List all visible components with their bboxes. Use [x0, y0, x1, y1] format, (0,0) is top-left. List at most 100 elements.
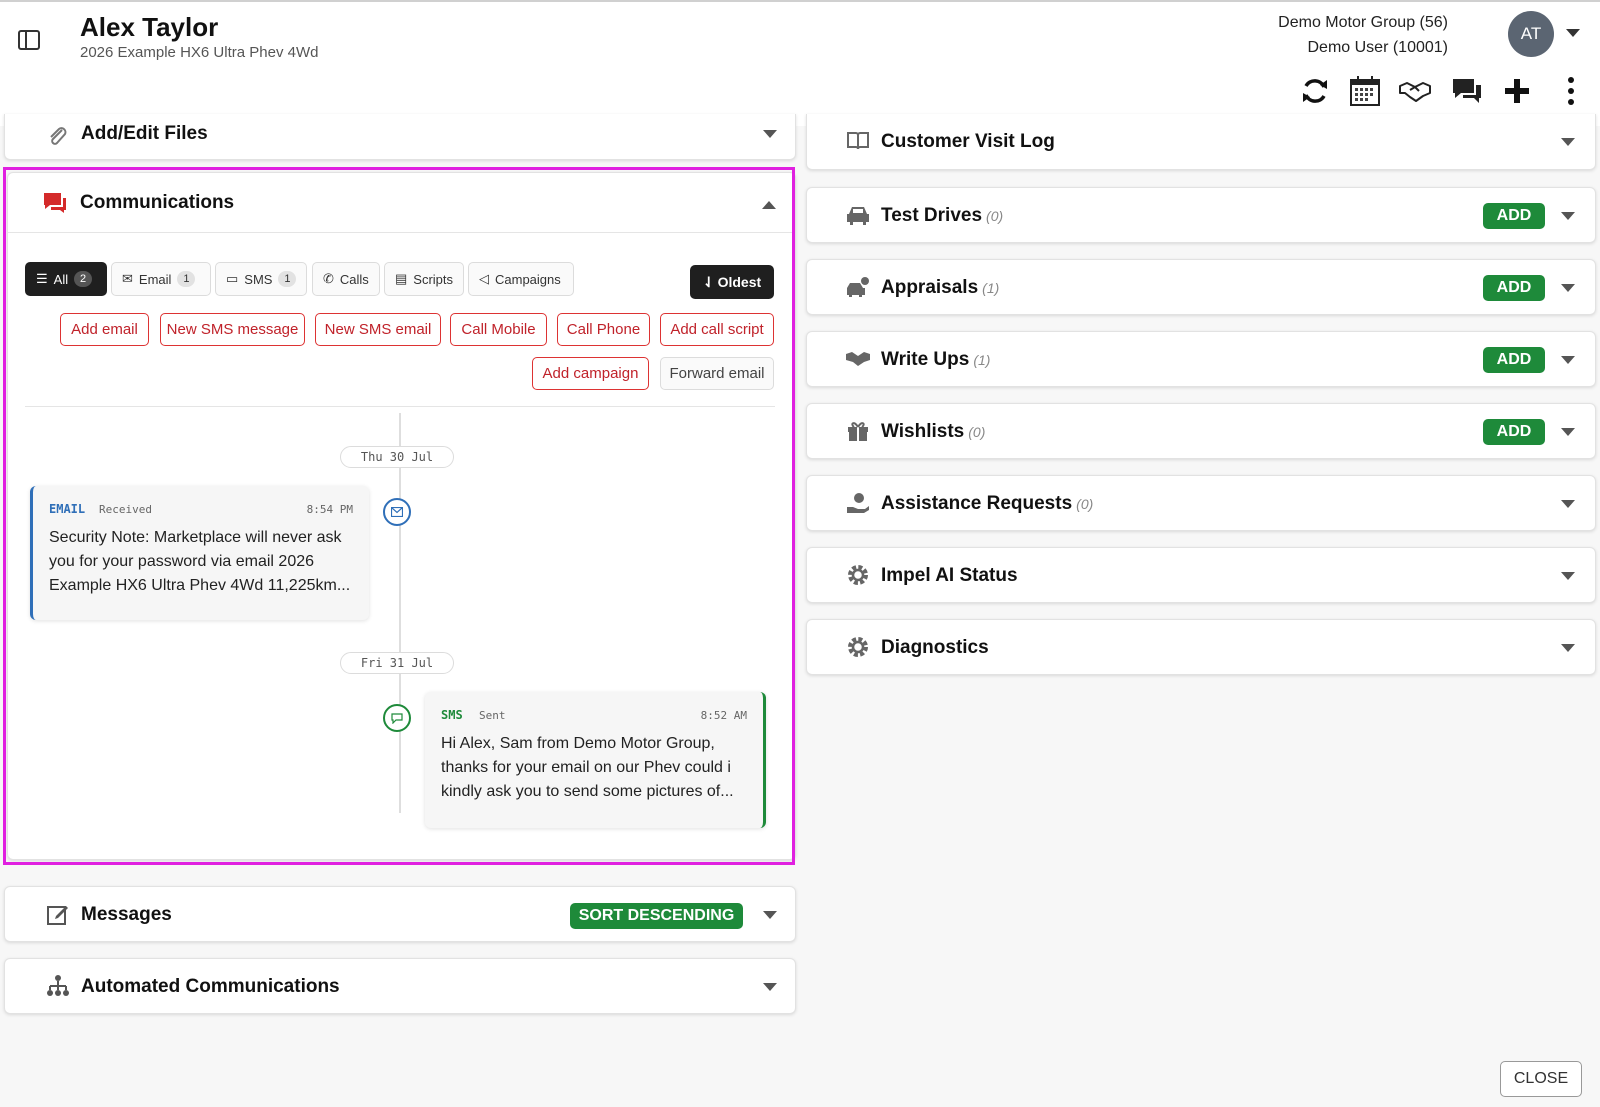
message-body: Security Note: Marketplace will never as…	[49, 529, 351, 594]
tab-all-label: All	[53, 271, 69, 287]
speech-bubble-icon: ▭	[226, 271, 239, 286]
tab-scripts[interactable]: ▤ Scripts	[384, 262, 464, 296]
call-phone-button[interactable]: Call Phone	[557, 313, 650, 346]
user-name: Demo User (10001)	[1307, 39, 1449, 56]
impel-ai-status-panel[interactable]: Impel AI Status	[806, 547, 1596, 603]
appraisals-label: Appraisals	[881, 277, 979, 298]
new-sms-email-button[interactable]: New SMS email	[315, 313, 441, 346]
write-ups-panel[interactable]: Write Ups (1) ADD	[806, 331, 1596, 387]
diagnostics-panel[interactable]: Diagnostics	[806, 619, 1596, 675]
assistance-hand-icon	[845, 490, 871, 516]
assistance-requests-label: Assistance Requests	[881, 493, 1073, 514]
test-drives-chevron-down-icon[interactable]	[1561, 212, 1575, 220]
automated-communications-panel[interactable]: Automated Communications	[4, 958, 796, 1014]
megaphone-icon: ◁	[479, 271, 489, 286]
write-ups-chevron-down-icon[interactable]	[1561, 356, 1575, 364]
assistance-chevron-down-icon[interactable]	[1561, 500, 1575, 508]
user-menu-caret-icon[interactable]	[1566, 29, 1580, 37]
tab-email-label: Email	[138, 271, 172, 287]
wishlists-chevron-down-icon[interactable]	[1561, 428, 1575, 436]
files-panel-title: Add/Edit Files	[81, 123, 208, 144]
tab-sms-count: 1	[278, 271, 297, 287]
book-icon	[845, 128, 871, 154]
call-mobile-button[interactable]: Call Mobile	[450, 313, 547, 346]
test-drives-label: Test Drives	[881, 205, 983, 226]
tab-all[interactable]: ☰ All 2	[25, 262, 107, 296]
write-ups-label: Write Ups	[881, 349, 970, 370]
sms-message-card[interactable]: SMS Sent 8:52 AM Hi Alex, Sam from Demo …	[425, 692, 766, 828]
files-chevron-down-icon[interactable]	[763, 130, 777, 138]
tab-calls[interactable]: ✆ Calls	[312, 262, 380, 296]
plus-icon[interactable]	[1500, 74, 1534, 108]
new-sms-message-button[interactable]: New SMS message	[160, 313, 305, 346]
message-time: 8:54 PM	[306, 503, 353, 516]
message-body: Hi Alex, Sam from Demo Motor Group, than…	[441, 735, 734, 800]
tab-all-count: 2	[74, 271, 93, 287]
calendar-icon[interactable]	[1348, 74, 1382, 108]
write-ups-add-button[interactable]: ADD	[1483, 347, 1545, 373]
appraisals-panel[interactable]: Appraisals (1) ADD	[806, 259, 1596, 315]
tab-campaigns-label: Campaigns	[495, 271, 561, 287]
forward-email-button[interactable]: Forward email	[660, 357, 774, 390]
diagnostics-title: Diagnostics	[881, 637, 989, 658]
gift-icon	[845, 418, 871, 444]
list-icon: ☰	[36, 271, 48, 286]
sort-descending-button[interactable]: SORT DESCENDING	[570, 903, 743, 929]
tab-email[interactable]: ✉ Email 1	[111, 262, 211, 296]
wishlists-count: (0)	[968, 424, 986, 440]
appraisals-add-button[interactable]: ADD	[1483, 275, 1545, 301]
gear-icon	[845, 562, 871, 588]
email-message-card[interactable]: EMAIL Received 8:54 PM Security Note: Ma…	[30, 486, 369, 620]
message-kind: EMAIL	[49, 502, 86, 516]
message-time: 8:52 AM	[700, 709, 747, 722]
sms-timeline-icon	[383, 704, 411, 732]
automated-communications-title: Automated Communications	[81, 976, 340, 997]
wishlists-panel[interactable]: Wishlists (0) ADD	[806, 403, 1596, 459]
add-email-button[interactable]: Add email	[60, 313, 149, 346]
impel-chevron-down-icon[interactable]	[1561, 572, 1575, 580]
dealer-name: Demo Motor Group (56)	[1278, 14, 1448, 31]
car-appraisal-icon	[845, 274, 871, 300]
panel-divider	[8, 232, 795, 233]
more-vertical-icon[interactable]	[1554, 74, 1588, 108]
chat-icon[interactable]	[1450, 74, 1484, 108]
avatar[interactable]: AT	[1508, 11, 1554, 57]
assistance-requests-panel[interactable]: Assistance Requests (0)	[806, 475, 1596, 531]
test-drives-title: Test Drives (0)	[881, 205, 1003, 227]
sort-oldest-button[interactable]: ⇃ Oldest	[690, 265, 774, 299]
write-ups-count: (1)	[973, 352, 991, 368]
wishlists-add-button[interactable]: ADD	[1483, 419, 1545, 445]
tab-campaigns[interactable]: ◁ Campaigns	[468, 262, 574, 296]
sort-icon: ⇃	[702, 273, 715, 290]
communications-chevron-up-icon[interactable]	[762, 201, 776, 209]
tab-sms-label: SMS	[244, 271, 273, 287]
files-panel[interactable]: Add/Edit Files	[4, 114, 796, 160]
sidebar-toggle-icon[interactable]	[18, 30, 40, 50]
customer-vehicle: 2026 Example HX6 Ultra Phev 4Wd	[80, 44, 319, 61]
appraisals-title: Appraisals (1)	[881, 277, 999, 299]
handshake-icon[interactable]	[1398, 74, 1432, 108]
test-drives-add-button[interactable]: ADD	[1483, 203, 1545, 229]
wishlists-title: Wishlists (0)	[881, 421, 985, 443]
write-ups-title: Write Ups (1)	[881, 349, 990, 371]
sort-oldest-label: Oldest	[717, 274, 762, 290]
visit-log-chevron-down-icon[interactable]	[1561, 138, 1575, 146]
add-call-script-button[interactable]: Add call script	[660, 313, 774, 346]
close-button[interactable]: CLOSE	[1500, 1061, 1582, 1097]
paperclip-icon	[45, 123, 71, 149]
customer-visit-log-panel[interactable]: Customer Visit Log	[806, 114, 1596, 170]
timeline-date: Fri 31 Jul	[340, 652, 454, 674]
diagnostics-chevron-down-icon[interactable]	[1561, 644, 1575, 652]
tab-sms[interactable]: ▭ SMS 1	[215, 262, 307, 296]
app-header: Alex Taylor 2026 Example HX6 Ultra Phev …	[0, 0, 1600, 126]
timeline-line	[399, 413, 401, 813]
automated-chevron-down-icon[interactable]	[763, 983, 777, 991]
messages-chevron-down-icon[interactable]	[763, 911, 777, 919]
edit-note-icon	[45, 901, 71, 927]
appraisals-chevron-down-icon[interactable]	[1561, 284, 1575, 292]
refresh-icon[interactable]	[1298, 74, 1332, 108]
test-drives-panel[interactable]: Test Drives (0) ADD	[806, 187, 1596, 243]
add-campaign-button[interactable]: Add campaign	[532, 357, 649, 390]
assistance-requests-title: Assistance Requests (0)	[881, 493, 1093, 515]
appraisals-count: (1)	[982, 280, 1000, 296]
